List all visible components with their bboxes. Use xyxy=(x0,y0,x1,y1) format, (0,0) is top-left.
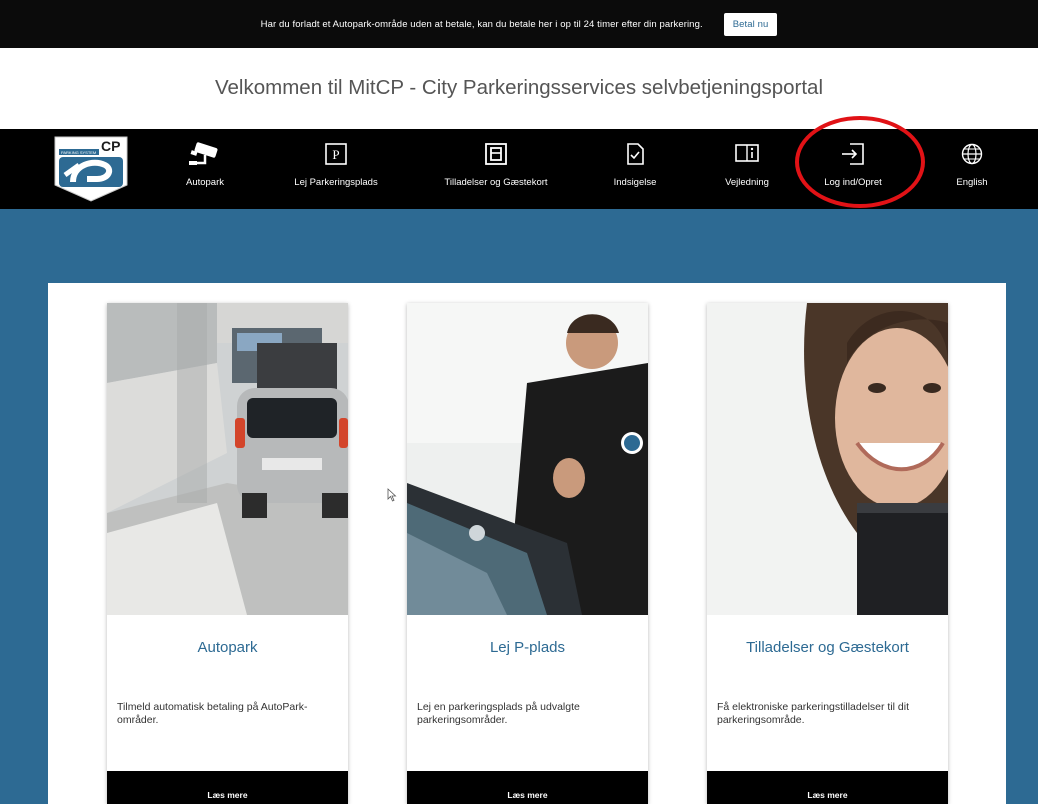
cp-logo[interactable]: PARKING SYSTEM CP xyxy=(53,135,129,203)
card-autopark: Autopark Tilmeld automatisk betaling på … xyxy=(107,303,348,804)
attendant-photo xyxy=(407,303,648,615)
page-title: Velkommen til MitCP - City Parkeringsser… xyxy=(214,76,823,99)
read-more-button[interactable]: Læs mere xyxy=(407,771,648,804)
login-icon xyxy=(841,141,865,167)
read-more-button[interactable]: Læs mere xyxy=(707,771,948,804)
pay-now-button[interactable]: Betal nu xyxy=(723,12,778,36)
nav-label: Autopark xyxy=(185,177,225,188)
logo-band-text: PARKING SYSTEM xyxy=(61,150,96,155)
card-title: Autopark xyxy=(197,639,258,656)
nav-indsigelse[interactable]: Indsigelse xyxy=(609,129,661,209)
card-tilladelser-gaestekort: Tilladelser og Gæstekort Få elektroniske… xyxy=(707,303,948,804)
nav-autopark[interactable]: Autopark xyxy=(181,129,229,209)
nav-label: Tilladelser og Gæstekort xyxy=(444,177,548,188)
svg-text:P: P xyxy=(332,147,339,162)
nav-lej-parkeringsplads[interactable]: P Lej Parkeringsplads xyxy=(273,129,399,209)
nav-vejledning[interactable]: Vejledning xyxy=(720,129,774,209)
card-title: Lej P-plads xyxy=(489,639,566,656)
nav-label: English xyxy=(956,177,988,188)
autopark-photo xyxy=(107,303,348,615)
nav-log-ind-opret[interactable]: Log ind/Opret xyxy=(813,129,893,209)
nav-tilladelser[interactable]: Tilladelser og Gæstekort xyxy=(434,129,558,209)
guide-book-icon xyxy=(735,141,759,167)
payment-notice-text: Har du forladt et Autopark-område uden a… xyxy=(260,18,703,30)
payment-notice-bar: Har du forladt et Autopark-område uden a… xyxy=(0,0,1038,48)
permit-card-icon xyxy=(485,141,507,167)
parking-sign-icon: P xyxy=(325,141,347,167)
card-lej-p-plads: Lej P-plads Lej en parkeringsplads på ud… xyxy=(407,303,648,804)
card-description: Lej en parkeringsplads på udvalgte parke… xyxy=(417,701,580,726)
camera-icon xyxy=(187,141,223,167)
read-more-button[interactable]: Læs mere xyxy=(107,771,348,804)
card-description: Få elektroniske parkeringstilladelser ti… xyxy=(717,701,909,726)
card-title: Tilladelser og Gæstekort xyxy=(746,639,909,656)
smiling-woman-photo xyxy=(707,303,948,615)
nav-english[interactable]: English xyxy=(951,129,993,209)
document-check-icon xyxy=(626,141,644,167)
nav-label: Log ind/Opret xyxy=(824,177,882,188)
nav-label: Lej Parkeringsplads xyxy=(294,177,378,188)
nav-label: Vejledning xyxy=(725,177,769,188)
nav-label: Indsigelse xyxy=(613,177,657,188)
logo-cp-text: CP xyxy=(101,138,120,154)
card-description: Tilmeld automatisk betaling på AutoPark-… xyxy=(117,701,308,726)
globe-icon xyxy=(961,141,983,167)
mouse-pointer-icon xyxy=(387,488,397,507)
